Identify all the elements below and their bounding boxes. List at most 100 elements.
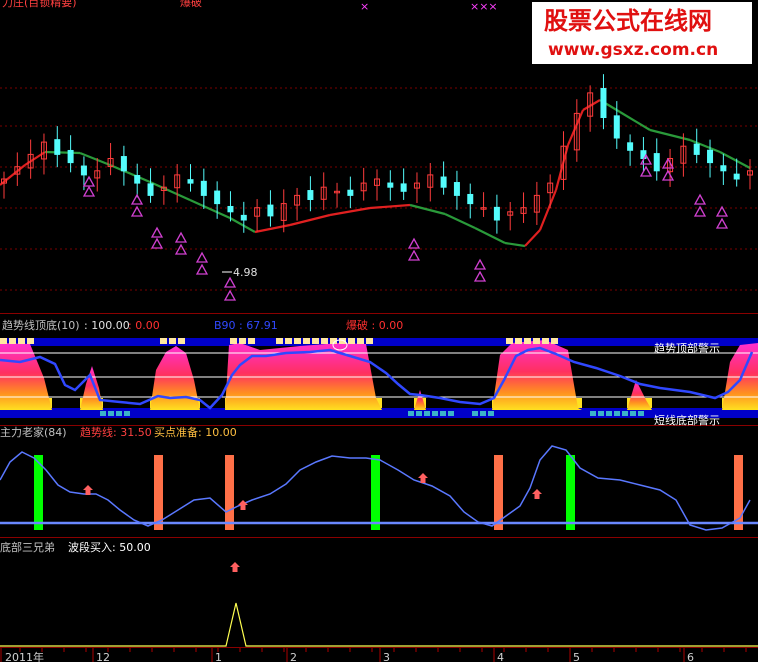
panel1-bottom-mark <box>472 411 478 416</box>
panel-bottom-three: 底部三兄弟 波段买入: 50.00 <box>0 540 758 647</box>
buy-arrow-icon <box>532 489 542 499</box>
candle-body <box>240 214 247 221</box>
panel1-cap <box>366 338 373 344</box>
ma-segment <box>619 111 651 131</box>
main-grid <box>0 87 758 291</box>
candle-body <box>653 153 660 172</box>
panel1-hill <box>80 366 103 410</box>
panel2-series1: 趋势线: 31.50 <box>80 425 152 439</box>
candle-body <box>134 175 141 184</box>
panel1-cap <box>276 338 283 344</box>
panel1-bottom-mark <box>622 411 628 416</box>
ma-segment <box>524 229 541 247</box>
panel1-value2: : 0.00 <box>128 319 160 332</box>
panel1-bottom-mark <box>116 411 122 416</box>
panel1-cap <box>348 338 355 344</box>
panel2-title: 主力老家(84) <box>0 425 67 439</box>
candle-body <box>67 149 74 164</box>
panel1-bottom-mark <box>488 411 494 416</box>
panel1-cap <box>312 338 319 344</box>
panel2-orange-bar <box>225 455 234 530</box>
candle-body <box>440 176 447 188</box>
panel1-cap <box>533 338 540 344</box>
panel1-cap <box>294 338 301 344</box>
triangle-marker <box>693 193 707 205</box>
panel1-cap <box>239 338 246 344</box>
panel1-bottom-mark <box>424 411 430 416</box>
triangle-marker <box>195 263 209 275</box>
candle-body <box>267 204 274 217</box>
candle-body <box>627 142 634 151</box>
watermark-url: www.gsxz.com.cn <box>548 40 718 60</box>
panel1-burst: 爆破 : 0.00 <box>346 318 403 332</box>
panel1-cap <box>169 338 176 344</box>
triangle-marker <box>150 237 164 249</box>
svg-text:力庄(目锁精要): 力庄(目锁精要) <box>2 0 77 9</box>
panel-trend-top-bottom: 趋势线顶底(10) : 100.00 : 0.00 B90 : 67.91 爆破… <box>0 318 758 427</box>
panel1-cap <box>303 338 310 344</box>
panel1-title: 趋势线顶底(10) <box>2 318 80 332</box>
panel1-bottom-mark <box>108 411 114 416</box>
x-axis-label: 5 <box>573 651 580 662</box>
buy-arrow-icon <box>238 500 248 510</box>
candle-body <box>400 183 407 192</box>
panel1-cap <box>506 338 513 344</box>
panel1-bottom-mark <box>638 411 644 416</box>
panel2-green-bar <box>566 455 575 530</box>
x-axis: 2011年 12 1 2 3 4 5 6 <box>0 648 747 662</box>
triangle-marker <box>150 226 164 238</box>
panel1-bottom-mark <box>416 411 422 416</box>
panel1-cap <box>27 338 34 344</box>
ma-segment <box>79 151 111 167</box>
panel1-bottom-mark <box>408 411 414 416</box>
panel1-value1: : 100.00 <box>84 319 130 332</box>
candle-body <box>347 189 354 196</box>
panel1-cap <box>515 338 522 344</box>
triangle-marker <box>473 270 487 282</box>
ma-segment <box>582 99 601 111</box>
ma-segment <box>329 206 371 217</box>
panel1-cap <box>160 338 167 344</box>
triangle-marker <box>407 237 421 249</box>
x-axis-label: 2 <box>290 651 297 662</box>
panel1-bottom-mark <box>598 411 604 416</box>
candle-body <box>733 173 740 180</box>
ma-segment <box>289 213 331 227</box>
panel1-bottom-mark <box>124 411 130 416</box>
triangle-marker <box>82 175 96 187</box>
panel1-b90: B90 : 67.91 <box>214 319 278 332</box>
candle-body <box>467 193 474 205</box>
triangle-marker <box>661 169 675 181</box>
ma-segment <box>474 227 506 244</box>
watermark-title: 股票公式在线网 <box>544 7 712 35</box>
ma-segment <box>504 241 526 248</box>
candle-body <box>600 88 607 118</box>
svg-text:爆破: 爆破 <box>180 0 202 9</box>
ma-segment <box>254 223 291 234</box>
panel2-series2: 买点准备: 10.00 <box>154 425 237 439</box>
panel1-cap <box>18 338 25 344</box>
candle-body <box>453 182 460 196</box>
x-axis-label: 2011年 <box>5 650 44 662</box>
svg-text:×: × <box>360 0 369 13</box>
panel1-bottom-mark <box>480 411 486 416</box>
panel1-bottom-mark <box>590 411 596 416</box>
triangle-marker <box>223 289 237 301</box>
panel1-cap <box>542 338 549 344</box>
panel1-cap <box>321 338 328 344</box>
candle-body <box>693 143 700 155</box>
ma-segment <box>409 203 446 216</box>
candle-body <box>613 115 620 139</box>
x-axis-label: 1 <box>215 651 222 662</box>
candle-body <box>187 179 194 184</box>
panel-main-force: 主力老家(84) 趋势线: 31.50 买点准备: 10.00 <box>0 425 758 531</box>
panel1-bottom-mark <box>440 411 446 416</box>
x-axis-label: 3 <box>383 651 390 662</box>
candle-body <box>387 182 394 188</box>
panel1-cap <box>357 338 364 344</box>
panel1-top-tag: 趋势顶部警示 <box>654 341 720 355</box>
header-remnant: 力庄(目锁精要) 爆破 ××× × <box>2 0 498 13</box>
panel1-bottom-mark <box>614 411 620 416</box>
panel1-bottom-mark <box>432 411 438 416</box>
panel3-series1: 波段买入: 50.00 <box>68 540 151 554</box>
